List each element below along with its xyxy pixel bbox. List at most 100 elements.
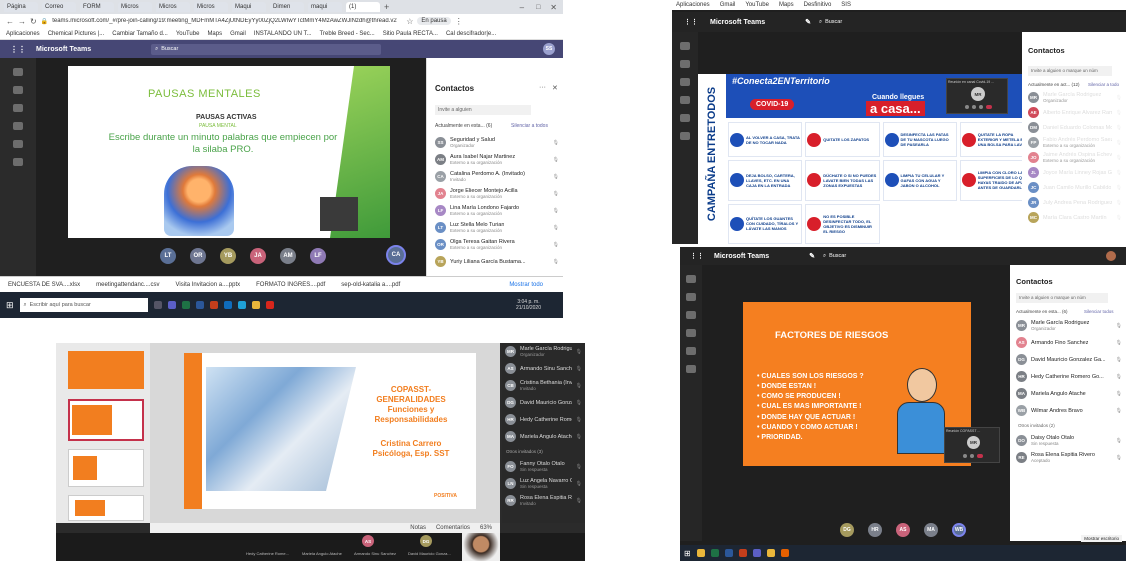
download-item[interactable]: sep-old-katalia a....pdf — [341, 282, 400, 288]
browser-tab[interactable]: Micros — [156, 2, 190, 12]
contact-item[interactable]: SS Seguridad y Salud Organizador 🎙 — [431, 134, 563, 151]
bookmark-item[interactable]: Cal descifrador|e... — [446, 31, 496, 37]
pip-controls[interactable] — [951, 454, 995, 460]
contact-item[interactable]: OR Olga Teresa Gaitan Rivera Externo a su … — [431, 236, 563, 253]
contact-item[interactable]: AS Armando Sinu Sanchez 🎙 — [502, 360, 585, 377]
participant-avatar-self[interactable]: CA — [386, 245, 406, 265]
mic-muted-icon[interactable]: 🎙 — [576, 349, 582, 355]
mic-muted-icon[interactable]: 🎙 — [553, 191, 559, 197]
slide-thumbnail[interactable] — [68, 351, 144, 389]
mic-muted-icon[interactable]: 🎙 — [553, 174, 559, 180]
browser-tab[interactable]: Micros — [194, 2, 228, 12]
mic-muted-icon[interactable]: 🎙 — [1116, 185, 1122, 191]
mic-muted-icon[interactable]: 🎙 — [1116, 140, 1122, 146]
participant-avatar[interactable]: JA — [250, 248, 266, 264]
contact-item[interactable]: JL Joyce María Linney Rojas Go... 🎙 — [1024, 165, 1126, 180]
camera-icon[interactable] — [963, 454, 967, 458]
mic-muted-icon[interactable]: 🎙 — [1116, 95, 1122, 101]
participant-avatar[interactable]: LT — [160, 248, 176, 264]
profile-pill[interactable]: En pausa — [417, 17, 451, 25]
bookmark-item[interactable]: Cambiar Tamaño d... — [112, 31, 168, 37]
excel-taskbar-icon[interactable] — [181, 301, 190, 309]
contact-item[interactable]: MR Marle García RodriguezOrganizador 🎙 — [1012, 317, 1126, 334]
firefox-taskbar-icon[interactable] — [780, 549, 789, 557]
mic-muted-icon[interactable]: 🎙 — [576, 464, 582, 470]
word-taskbar-icon[interactable] — [195, 301, 204, 309]
bookmark-item[interactable]: Treble Breed - Sec... — [320, 31, 375, 37]
contact-item[interactable]: WB Wilmar Andres Bravo 🎙 — [1012, 402, 1126, 419]
reload-icon[interactable]: ↻ — [30, 17, 37, 26]
mic-muted-icon[interactable]: 🎙 — [576, 434, 582, 440]
mic-icon[interactable] — [970, 454, 974, 458]
mic-muted-icon[interactable]: 🎙 — [1116, 110, 1122, 116]
contact-item[interactable]: JR July Andrea Pena Rodriguez 🎙 — [1024, 195, 1126, 210]
mic-muted-icon[interactable]: 🎙 — [1116, 323, 1122, 329]
calls-icon[interactable] — [680, 114, 690, 122]
invite-input[interactable]: Invite a alguien — [435, 105, 531, 115]
mic-muted-icon[interactable]: 🎙 — [1116, 391, 1122, 397]
task-view-icon[interactable] — [153, 301, 162, 309]
browser-tab[interactable]: Correo — [42, 2, 76, 12]
browser-tab[interactable]: FORM — [80, 2, 114, 12]
chrome-taskbar-icon[interactable] — [251, 301, 260, 309]
contact-item[interactable]: AE Alberto Enrique Alvarez Ram... 🎙 — [1024, 105, 1126, 120]
more-options-icon[interactable]: ··· — [539, 84, 546, 91]
contact-item[interactable]: JA Jorge Eliecer Montejo Acilla Externo a … — [431, 185, 563, 202]
participant-avatar[interactable]: OR — [190, 248, 206, 264]
participant-avatar[interactable]: AS — [896, 523, 910, 537]
apps-grid-icon[interactable]: ⋮⋮ — [684, 18, 698, 26]
contact-item[interactable]: MR Marle García RodriguezOrganizador 🎙 — [1024, 90, 1126, 105]
outlook-taskbar-icon[interactable] — [223, 301, 232, 309]
contact-item[interactable]: HR Hedy Catherine Romero Go... 🎙 — [1012, 368, 1126, 385]
user-avatar[interactable] — [1106, 251, 1116, 261]
mic-muted-icon[interactable]: 🎙 — [1116, 170, 1122, 176]
back-icon[interactable]: ← — [6, 17, 14, 26]
mic-muted-icon[interactable]: 🎙 — [576, 481, 582, 487]
bookmark-item[interactable]: YouTube — [745, 2, 769, 8]
close-panel-icon[interactable]: ✕ — [552, 84, 558, 92]
mute-all-link[interactable]: Silenciar a todos — [511, 123, 548, 129]
contact-item[interactable]: RR Rosa Elena Espitia RiveraInvitado 🎙 — [502, 492, 585, 509]
contact-item[interactable]: FP Fabio Andrés Perdomo Saez Externo a su … — [1024, 135, 1126, 150]
mic-muted-icon[interactable]: 🎙 — [576, 383, 582, 389]
minimize-icon[interactable]: – — [520, 3, 524, 12]
mic-muted-icon[interactable]: 🎙 — [576, 400, 582, 406]
participant-avatar[interactable]: MA — [924, 523, 938, 537]
teams-taskbar-icon[interactable] — [167, 301, 176, 309]
teams-icon[interactable] — [686, 311, 696, 319]
clock[interactable]: 3:04 p. m. 21/10/2020 — [516, 299, 541, 312]
download-item[interactable]: ENCUESTA DE SVA....xlsx — [8, 282, 80, 288]
browser-tab[interactable]: Dimen — [270, 2, 304, 12]
bookmark-item[interactable]: YouTube — [176, 31, 200, 37]
contact-item[interactable]: JC Juan Camilo Murillo Cabildo 🎙 — [1024, 180, 1126, 195]
mic-muted-icon[interactable]: 🎙 — [553, 208, 559, 214]
contact-item[interactable]: MR Marle García RodriguezOrganizador 🎙 — [502, 343, 585, 360]
browser-tab[interactable]: maqui — [308, 2, 342, 12]
mute-all-link[interactable]: Silenciar todos — [1084, 309, 1114, 314]
bookmark-item[interactable]: Aplicaciones — [676, 2, 710, 8]
chat-icon[interactable] — [680, 60, 690, 68]
mic-muted-icon[interactable]: 🎙 — [1116, 125, 1122, 131]
bookmark-item[interactable]: INSTALANDO UN T... — [254, 31, 312, 37]
mic-muted-icon[interactable]: 🎙 — [576, 498, 582, 504]
contact-item[interactable]: AM Aura Isabel Najar Martinez Externo a su… — [431, 151, 563, 168]
search-input[interactable]: ⌕ Buscar — [819, 19, 842, 26]
mic-muted-icon[interactable]: 🎙 — [1116, 200, 1122, 206]
contact-item[interactable]: MA Mariela Angulo Atache 🎙 — [1012, 385, 1126, 402]
edge-taskbar-icon[interactable] — [237, 301, 246, 309]
contact-item[interactable]: LF Lina María Londono Fajardo Externo a su… — [431, 202, 563, 219]
share-icon[interactable] — [978, 105, 983, 109]
search-input[interactable]: ⌕ Buscar — [823, 253, 846, 260]
mic-muted-icon[interactable]: 🎙 — [576, 417, 582, 423]
comments-toggle[interactable]: Comentarios — [436, 525, 470, 531]
contact-item[interactable]: MA Mariela Angulo Atache 🎙 — [502, 428, 585, 445]
invite-input[interactable]: Invite a alguien o marque un núm — [1028, 66, 1112, 76]
mic-muted-icon[interactable]: 🎙 — [553, 157, 559, 163]
mic-icon[interactable] — [971, 105, 976, 109]
bookmark-item[interactable]: Gmail — [720, 2, 736, 8]
participant-avatar[interactable]: DG — [840, 523, 854, 537]
contact-item[interactable]: FO Fanny Otalo Otalo Sin respuesta 🎙 — [502, 458, 585, 475]
menu-kebab-icon[interactable]: ⋮ — [455, 17, 463, 26]
more-apps-icon[interactable] — [680, 132, 690, 140]
chrome-taskbar-icon[interactable] — [766, 549, 775, 557]
